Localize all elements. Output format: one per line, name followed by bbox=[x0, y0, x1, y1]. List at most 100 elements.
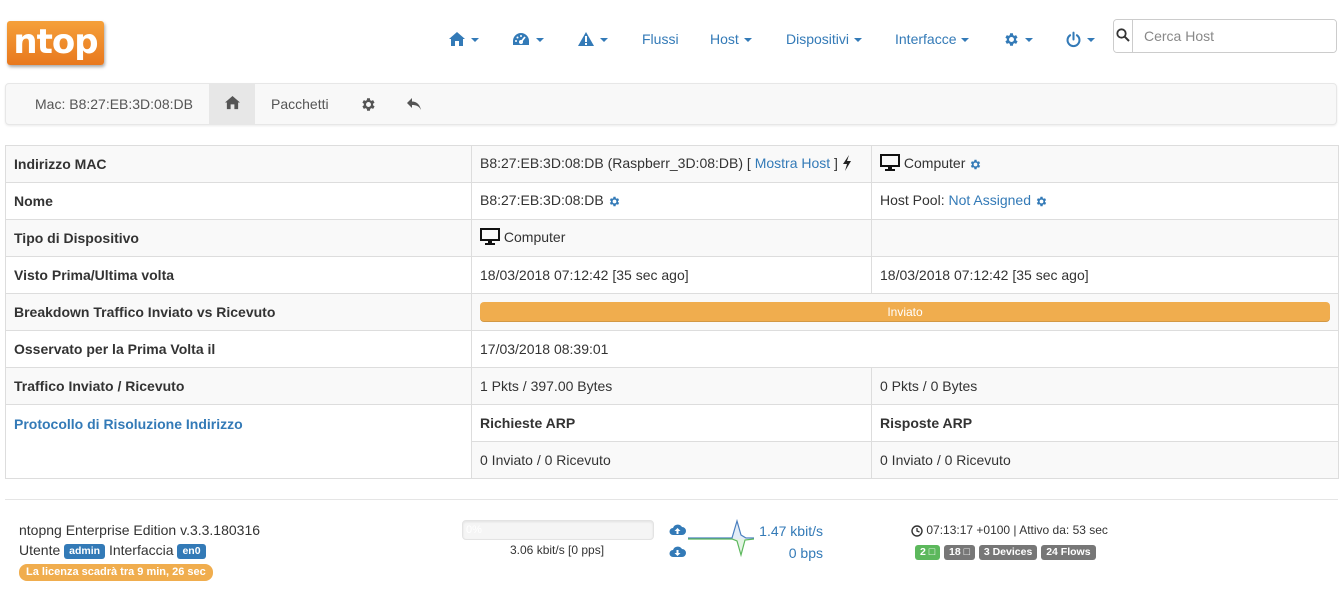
nav-interfaces-label: Interfacce bbox=[895, 31, 957, 47]
nav-devices-label: Dispositivi bbox=[786, 31, 850, 47]
device-cell: Computer bbox=[871, 145, 1339, 183]
mac-address-label: Indirizzo MAC bbox=[5, 145, 472, 183]
subnav-home-tab[interactable] bbox=[209, 84, 255, 124]
device-type-label: Tipo di Dispositivo bbox=[5, 219, 472, 257]
uptime-line: 07:13:17 +0100 | Attivo da: 53 sec bbox=[911, 523, 1108, 540]
host-pool-label: Host Pool: bbox=[880, 191, 949, 208]
user-interface-line: Utente admin Interfaccia en0 bbox=[19, 542, 206, 559]
mac-address-value-end: ] bbox=[830, 154, 838, 171]
nav-settings-menu[interactable] bbox=[1003, 28, 1033, 50]
edition-text: ntopng Enterprise Edition v.3.3.180316 bbox=[19, 522, 261, 538]
desktop-icon bbox=[480, 228, 500, 248]
interface-badge[interactable]: en0 bbox=[177, 544, 206, 559]
search-input[interactable] bbox=[1133, 20, 1336, 52]
host-pool-cell: Host Pool: Not Assigned bbox=[871, 182, 1339, 220]
remote-hosts-count: 18 bbox=[949, 546, 961, 558]
table-row: Protocollo di Risoluzione Indirizzo Rich… bbox=[5, 404, 1339, 479]
gear-icon[interactable] bbox=[1035, 195, 1048, 211]
local-hosts-badge[interactable]: 2 □ bbox=[915, 545, 941, 560]
nav-devices-menu[interactable]: Dispositivi bbox=[786, 28, 863, 50]
desktop-icon bbox=[880, 154, 900, 174]
device-type-cell: Computer bbox=[471, 219, 872, 257]
chevron-down-icon bbox=[1025, 38, 1033, 42]
table-row: Tipo di Dispositivo Computer bbox=[5, 219, 1339, 257]
table-row: Osservato per la Prima Volta il 17/03/20… bbox=[5, 330, 1339, 368]
nav-flows-label: Flussi bbox=[642, 31, 679, 47]
nav-hosts-label: Host bbox=[710, 31, 739, 47]
arp-section-link[interactable]: Protocollo di Risoluzione Indirizzo bbox=[5, 404, 472, 479]
devices-badge[interactable]: 3 Devices bbox=[978, 545, 1038, 560]
chevron-down-icon bbox=[854, 38, 863, 42]
chevron-down-icon bbox=[471, 38, 479, 42]
traffic-label: Traffico Inviato / Ricevuto bbox=[5, 367, 472, 405]
license-expiry-badge: La licenza scadrà tra 9 min, 26 sec bbox=[19, 564, 213, 581]
throughput-text: 3.06 kbit/s [0 pps] bbox=[510, 543, 605, 557]
table-row: Nome B8:27:EB:3D:08:DB Host Pool: Not As… bbox=[5, 182, 1339, 220]
alert-icon bbox=[577, 31, 595, 47]
remote-hosts-badge[interactable]: 18 □ bbox=[944, 545, 975, 560]
bolt-icon bbox=[842, 154, 852, 174]
gear-icon bbox=[1003, 31, 1020, 48]
nav-dashboard-menu[interactable] bbox=[511, 28, 544, 50]
traffic-sent-value: 1 Pkts / 397.00 Bytes bbox=[471, 367, 872, 405]
name-value: B8:27:EB:3D:08:DB bbox=[480, 191, 604, 208]
table-row: Visto Prima/Ultima volta 18/03/2018 07:1… bbox=[5, 256, 1339, 294]
subnav-packets-tab[interactable]: Pacchetti bbox=[271, 84, 329, 124]
power-icon bbox=[1065, 31, 1082, 48]
chevron-down-icon bbox=[961, 38, 970, 42]
clock-text: 07:13:17 +0100 | Attivo da: 53 sec bbox=[926, 523, 1108, 537]
host-pool-link[interactable]: Not Assigned bbox=[948, 192, 1031, 208]
table-row: Indirizzo MAC B8:27:EB:3D:08:DB (Raspber… bbox=[5, 145, 1339, 183]
last-seen-value: 18/03/2018 07:12:42 [35 sec ago] bbox=[871, 256, 1339, 294]
dashboard-icon bbox=[511, 31, 531, 47]
mac-address-cell: B8:27:EB:3D:08:DB (Raspberr_3D:08:DB) [ … bbox=[471, 145, 872, 183]
mac-subnav: Mac: B8:27:EB:3D:08:DB Pacchetti bbox=[5, 83, 1337, 125]
search-icon bbox=[1116, 27, 1130, 45]
empty-cell bbox=[871, 219, 1339, 257]
name-label: Nome bbox=[5, 182, 472, 220]
home-icon bbox=[448, 31, 466, 47]
nav-home-menu[interactable] bbox=[448, 28, 479, 50]
clock-icon bbox=[911, 525, 923, 540]
reply-icon[interactable] bbox=[406, 97, 422, 114]
nav-alerts-menu[interactable] bbox=[577, 28, 608, 50]
download-rate: 0 bps bbox=[788, 545, 823, 561]
table-row: Traffico Inviato / Ricevuto 1 Pkts / 397… bbox=[5, 367, 1339, 405]
device-type-text: Computer bbox=[503, 229, 566, 245]
first-observed-value: 17/03/2018 08:39:01 bbox=[471, 330, 1339, 368]
chevron-down-icon bbox=[536, 38, 544, 42]
first-seen-value: 18/03/2018 07:12:42 [35 sec ago] bbox=[471, 256, 872, 294]
flows-badge[interactable]: 24 Flows bbox=[1041, 545, 1096, 560]
nav-hosts-menu[interactable]: Host bbox=[710, 28, 752, 50]
nav-interfaces-menu[interactable]: Interfacce bbox=[895, 28, 970, 50]
search-button[interactable] bbox=[1114, 20, 1133, 52]
gear-icon[interactable] bbox=[969, 158, 982, 174]
device-type-value: Computer bbox=[903, 155, 966, 171]
footer-divider bbox=[5, 499, 1338, 500]
traffic-received-value: 0 Pkts / 0 Bytes bbox=[871, 367, 1339, 405]
arp-replies-value: 0 Inviato / 0 Ricevuto bbox=[871, 441, 1339, 479]
chevron-down-icon bbox=[1087, 38, 1095, 42]
show-host-link[interactable]: Mostra Host bbox=[755, 155, 830, 171]
traffic-breakdown-label: Breakdown Traffico Inviato vs Ricevuto bbox=[5, 293, 472, 331]
chevron-down-icon bbox=[600, 38, 608, 42]
traffic-breakdown-cell: Inviato bbox=[471, 293, 1339, 331]
nav-flows[interactable]: Flussi bbox=[642, 28, 679, 50]
local-hosts-count: 2 bbox=[920, 546, 926, 558]
laptop-icon: □ bbox=[963, 546, 970, 558]
sent-received-progress-bar: Inviato bbox=[480, 302, 1330, 322]
ntop-logo[interactable]: ntop bbox=[7, 21, 104, 65]
chevron-down-icon bbox=[743, 38, 752, 42]
interface-label: Interfaccia bbox=[108, 542, 174, 558]
laptop-icon: □ bbox=[928, 546, 936, 558]
arp-requests-header: Richieste ARP bbox=[471, 404, 872, 442]
home-icon bbox=[224, 95, 241, 113]
nav-power-menu[interactable] bbox=[1065, 28, 1095, 50]
upload-rate: 1.47 kbit/s bbox=[759, 523, 823, 539]
gear-icon[interactable] bbox=[360, 96, 377, 116]
user-badge[interactable]: admin bbox=[64, 544, 106, 559]
gear-icon[interactable] bbox=[608, 195, 621, 211]
cloud-download-icon bbox=[669, 545, 686, 561]
mac-address-value: B8:27:EB:3D:08:DB (Raspberr_3D:08:DB) [ bbox=[480, 154, 755, 171]
mac-details-table: Indirizzo MAC B8:27:EB:3D:08:DB (Raspber… bbox=[5, 145, 1339, 479]
